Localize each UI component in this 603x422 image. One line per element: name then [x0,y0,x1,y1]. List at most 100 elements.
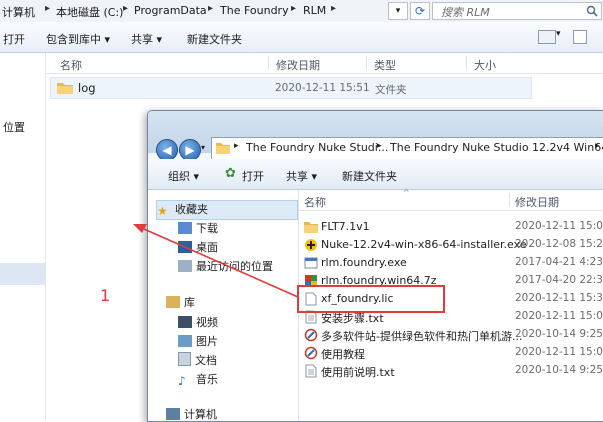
text-icon [305,364,317,378]
search-input[interactable]: 搜索 RLM [432,2,602,20]
nav-downloads[interactable]: 下载 [178,220,218,236]
front-address-bar[interactable]: ▸ The Foundry Nuke Studi... ▸ The Foundr… [211,137,603,161]
view-dropdown-icon[interactable]: ▾ [556,29,561,39]
nav-desktop[interactable]: 桌面 [178,239,218,255]
nav-libraries[interactable]: 库 [166,294,195,310]
annotation-number: 1 [100,286,111,305]
row-type: 文件夹 [375,84,407,96]
share-button[interactable]: 共享 ▾ [131,31,162,47]
back-address-bar[interactable]: 计算机 ▸ 本地磁盘 (C:) ▸ ProgramData ▸ The Foun… [0,0,603,23]
new-folder-button[interactable]: 新建文件夹 [187,31,242,47]
installer-icon [305,239,317,251]
breadcrumb-nuke-studio-win64[interactable]: The Foundry Nuke Studio 12.2v4 Win64 [390,141,603,154]
front-title-bar: ◀ ▶ ▾ ▸ The Foundry Nuke Studi... ▸ The … [148,111,603,161]
file-row[interactable]: rlm.foundry.exe 2017-04-21 4:23 [299,254,603,272]
breadcrumb-separator: ▸ [208,3,214,14]
exe-icon [304,257,318,269]
file-row[interactable]: FLT7.1v1 2020-12-11 15:07 [299,218,603,236]
libraries-icon [166,296,180,308]
nav-label: 视频 [196,316,218,329]
nav-videos[interactable]: 视频 [178,314,218,330]
nav-label: 计算机 [184,408,217,421]
column-type[interactable]: 类型 [374,57,396,73]
back-arrow-icon[interactable]: ◀ [156,139,178,161]
documents-icon [178,352,191,366]
front-navigation-pane: ★ 收藏夹 下载 桌面 最近访问的位置 库 视频 图片 文档 ♪ 音乐 计算机 [148,190,299,421]
column-name[interactable]: 名称 [60,57,82,73]
column-size[interactable]: 大小 [474,57,496,73]
breadcrumb-rlm[interactable]: RLM [303,4,326,17]
front-explorer-window: ◀ ▶ ▾ ▸ The Foundry Nuke Studi... ▸ The … [147,110,603,422]
open-button[interactable]: 打开 [242,168,264,184]
file-date: 2020-12-11 15:08 [515,346,603,358]
breadcrumb-separator: ▸ [331,3,337,14]
forward-arrow-icon[interactable]: ▶ [179,139,201,161]
search-placeholder: 搜索 RLM [441,6,490,19]
front-column-header: 名称 ^ 修改日期 [299,188,603,211]
column-separator [509,193,510,207]
videos-icon [178,316,192,328]
recent-places-label[interactable]: 位置 [3,119,25,135]
breadcrumb-the-foundry[interactable]: The Foundry [220,4,289,17]
nav-label: 收藏夹 [175,203,208,216]
nav-label: 最近访问的位置 [196,260,273,273]
nav-music[interactable]: ♪ 音乐 [178,371,218,388]
file-date: 2020-10-14 9:25 [515,328,603,340]
breadcrumb-drive-c[interactable]: 本地磁盘 (C:) [56,4,123,20]
breadcrumb-separator: ▸ [595,141,600,151]
breadcrumb-separator: ▸ [291,3,297,14]
file-row[interactable]: Nuke-12.2v4-win-x86-64-installer.exe 202… [299,236,603,254]
nav-favorites[interactable]: ★ 收藏夹 [156,200,298,220]
nav-recent-places[interactable]: 最近访问的位置 [178,258,273,274]
history-dropdown-icon[interactable]: ▾ [388,2,408,20]
preview-pane-icon[interactable] [573,30,587,44]
organize-button[interactable]: 组织 ▾ [168,168,199,184]
column-name[interactable]: 名称 [304,194,326,210]
open-button[interactable]: 打开 [3,31,25,47]
nav-label: 文档 [195,354,217,367]
folder-icon [216,143,230,154]
file-row[interactable]: 多多软件站-提供绿色软件和热门单机游... 2020-10-14 9:25 [299,326,603,344]
breadcrumb-computer[interactable]: 计算机 [2,4,35,20]
share-button[interactable]: 共享 ▾ [286,168,317,184]
nav-documents[interactable]: 文档 [178,352,217,368]
row-date: 2020-12-11 15:51 [275,82,370,94]
desktop-icon [178,241,192,253]
nav-pictures[interactable]: 图片 [178,333,218,349]
star-icon: ★ [157,204,168,218]
file-name: 使用前说明.txt [321,366,395,379]
view-options-icon[interactable] [538,30,556,44]
music-icon: ♪ [178,374,186,388]
breadcrumb-nuke-studio[interactable]: The Foundry Nuke Studi... [246,141,388,154]
back-navigation-pane: 位置 [0,53,46,420]
column-date-modified[interactable]: 修改日期 [515,194,559,210]
file-date: 2020-12-11 15:36 [515,292,603,304]
file-date: 2020-12-08 15:23 [515,238,603,250]
breadcrumb-separator: ▸ [45,3,51,14]
recent-places-icon [178,260,192,272]
open-with-icon: ✿ [225,166,236,181]
new-folder-button[interactable]: 新建文件夹 [342,168,397,184]
file-row[interactable]: 使用前说明.txt 2020-10-14 9:25 [299,362,603,380]
column-date-modified[interactable]: 修改日期 [276,57,320,73]
include-in-library-button[interactable]: 包含到库中 ▾ [46,31,110,47]
breadcrumb-programdata[interactable]: ProgramData [134,4,207,17]
computer-icon [166,408,180,420]
refresh-icon[interactable]: ⟳ [410,2,430,20]
breadcrumb-separator: ▸ [123,3,129,14]
back-toolbar: 打开 包含到库中 ▾ 共享 ▾ 新建文件夹 ▾ [0,22,603,53]
folder-icon [57,83,73,94]
breadcrumb-separator: ▸ [377,141,382,151]
sort-indicator-icon: ^ [403,188,410,197]
table-row[interactable]: log 2020-12-11 15:51 文件夹 [50,77,532,99]
nav-label: 下载 [196,222,218,235]
link-icon [304,346,318,360]
pictures-icon [178,335,192,347]
recent-pages-icon[interactable]: ▾ [201,143,205,152]
column-separator [366,56,367,70]
downloads-icon [178,222,192,234]
file-name: FLT7.1v1 [321,220,370,233]
file-row[interactable]: 使用教程 2020-12-11 15:08 [299,344,603,362]
file-date: 2017-04-21 4:23 [515,256,603,268]
selected-nav-item[interactable] [0,263,45,285]
